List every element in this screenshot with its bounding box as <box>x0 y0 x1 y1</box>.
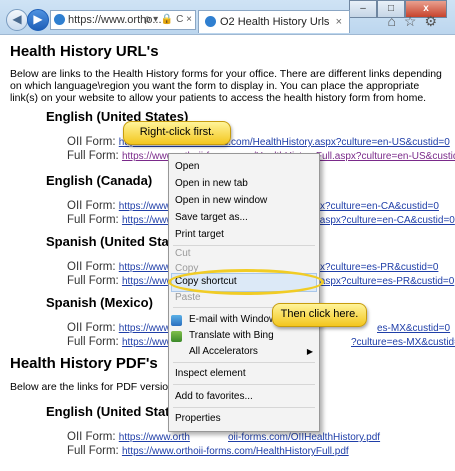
menu-item-paste[interactable]: Paste <box>175 292 201 303</box>
callout-click-here: Then click here. <box>272 303 367 327</box>
list-item: OII Form: https://www.orth oii-forms.com/… <box>67 431 380 444</box>
menu-separator <box>173 384 315 385</box>
form-label: OII Form: <box>67 322 116 334</box>
menu-separator <box>173 362 315 363</box>
highlight-ring <box>168 269 324 295</box>
list-item: OII Form: https://www.ort es-MX&custid=0 <box>67 322 450 335</box>
menu-item-open[interactable]: Open <box>175 161 199 172</box>
menu-item-open-new-tab[interactable]: Open in new tab <box>175 178 248 189</box>
menu-item-save-target[interactable]: Save target as... <box>175 212 248 223</box>
forward-button[interactable]: ▶ <box>27 9 49 31</box>
form-label: Full Form: <box>67 150 119 162</box>
menu-item-add-to-favorites[interactable]: Add to favorites... <box>175 391 253 402</box>
intro-text: Below are links to the Health History fo… <box>10 68 442 104</box>
tab-close-icon[interactable]: × <box>336 11 342 33</box>
form-link-tail[interactable]: ?culture=es-MX&custid=0 <box>351 336 455 349</box>
form-label: Full Form: <box>67 214 119 226</box>
menu-separator <box>173 407 315 408</box>
minimize-button[interactable]: – <box>349 0 377 18</box>
form-link-tail[interactable]: oii-forms.com/OIIHealthHistory.pdf <box>228 431 380 444</box>
form-label: OII Form: <box>67 431 116 443</box>
section-heading: English (Canada) <box>46 173 153 188</box>
form-label: Full Form: <box>67 275 119 287</box>
menu-item-translate[interactable]: Translate with Bing <box>189 330 274 341</box>
form-link[interactable]: https://www.orth <box>119 432 190 443</box>
callout-right-click: Right-click first. <box>123 121 231 145</box>
tab-title: O2 Health History Urls <box>220 16 330 28</box>
menu-item-open-new-window[interactable]: Open in new window <box>175 195 267 206</box>
menu-item-print-target[interactable]: Print target <box>175 229 224 240</box>
list-item: Full Form: https://www.orthoii-forms.com… <box>67 445 349 458</box>
form-link[interactable]: https://www.orthoii-forms.com/HealthHist… <box>122 446 349 457</box>
form-link-tail[interactable]: x?culture=en-CA&custid=0 <box>320 200 439 213</box>
menu-separator <box>173 245 315 246</box>
form-label: Full Form: <box>67 445 119 457</box>
menu-item-all-accelerators[interactable]: All Accelerators <box>189 346 258 357</box>
form-label: Full Form: <box>67 336 119 348</box>
back-button[interactable]: ◀ <box>6 9 28 31</box>
form-label: OII Form: <box>67 200 116 212</box>
email-icon <box>171 315 182 326</box>
form-link-tail[interactable]: x?culture=es-PR&custid=0 <box>320 261 438 274</box>
translate-icon <box>171 331 182 342</box>
section-heading: English (United States) <box>46 404 189 419</box>
address-bar[interactable]: https://www.ortho... ρ ▾ 🔒 C × <box>50 10 196 30</box>
form-link-tail[interactable]: es-MX&custid=0 <box>377 322 450 335</box>
site-globe-icon <box>54 14 65 25</box>
list-item: OII Form: https://www.ort x?culture=es-PR… <box>67 261 438 274</box>
menu-item-properties[interactable]: Properties <box>175 413 221 424</box>
form-link-tail[interactable]: .aspx?culture=en-CA&custid=0 <box>317 214 455 227</box>
toolbar-right-icons[interactable]: ⌂☆⚙ <box>387 13 445 30</box>
browser-toolbar: – □ x ◀ ▶ https://www.ortho... ρ ▾ 🔒 C ×… <box>0 0 455 35</box>
submenu-arrow-icon: ▶ <box>306 347 313 356</box>
list-item: OII Form: https://www.ort x?culture=en-CA… <box>67 200 439 213</box>
tab-favicon-icon <box>205 16 216 27</box>
address-tools-icons[interactable]: ρ ▾ 🔒 C × <box>145 11 192 29</box>
page-title: Health History URL's <box>10 43 159 60</box>
tab-health-history-urls[interactable]: O2 Health History Urls × <box>198 10 350 33</box>
form-label: OII Form: <box>67 136 116 148</box>
section-heading: Spanish (Mexico) <box>46 295 153 310</box>
form-label: OII Form: <box>67 261 116 273</box>
form-link-tail[interactable]: .aspx?culture=es-PR&custid=0 <box>317 275 454 288</box>
menu-item-cut[interactable]: Cut <box>175 248 191 259</box>
menu-item-inspect-element[interactable]: Inspect element <box>175 368 246 379</box>
pdf-title: Health History PDF's <box>10 355 158 372</box>
